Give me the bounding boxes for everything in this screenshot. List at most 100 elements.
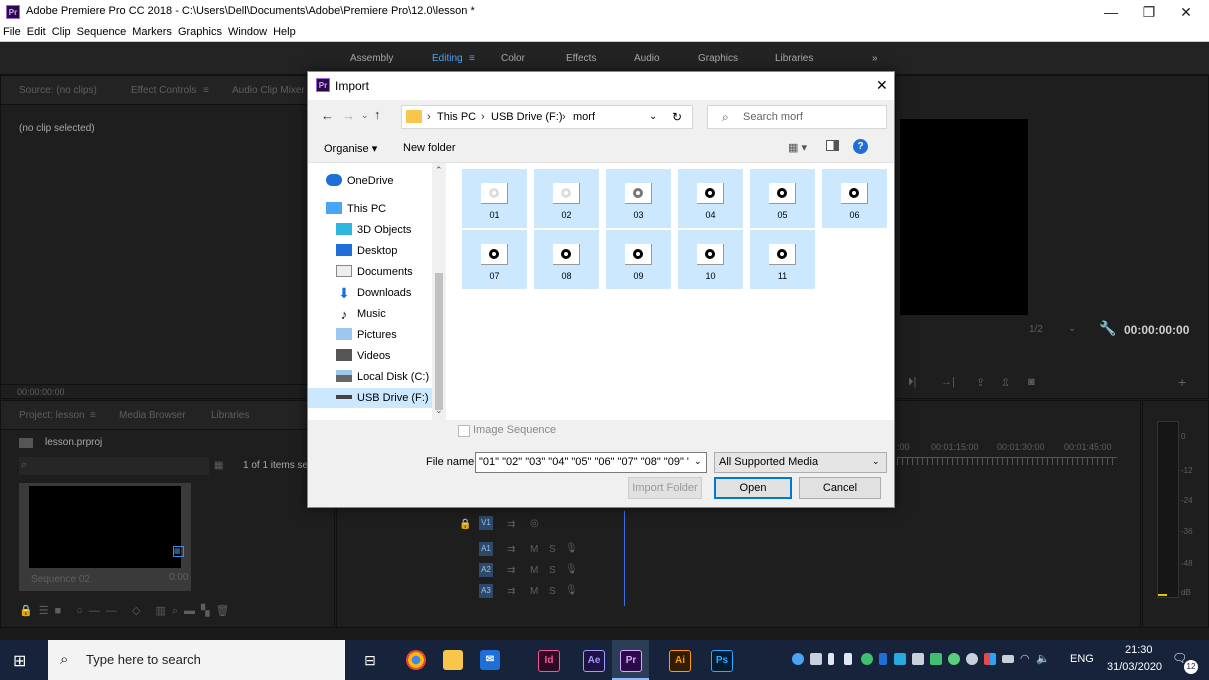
clock-date[interactable]: 31/03/2020 xyxy=(1107,661,1162,673)
step-forward-icon[interactable]: ⏵| xyxy=(908,376,916,389)
menu-markers[interactable]: Markers xyxy=(129,24,175,40)
tray-app-icon[interactable] xyxy=(1002,655,1014,663)
up-arrow-icon[interactable]: ↑ xyxy=(374,107,381,122)
volume-icon[interactable]: 🔈 xyxy=(1036,652,1050,665)
tray-app-icon[interactable] xyxy=(930,653,942,665)
menu-window[interactable]: Window xyxy=(225,24,270,40)
minimize-button[interactable]: — xyxy=(1093,2,1129,22)
microphone-icon[interactable]: 🎙 xyxy=(565,543,578,554)
menu-file[interactable]: File xyxy=(0,24,24,40)
workspace-assembly[interactable]: Assembly xyxy=(350,53,393,64)
tray-app-icon[interactable] xyxy=(810,653,822,665)
illustrator-icon[interactable]: Ai xyxy=(669,650,691,672)
file-tile[interactable]: 01 xyxy=(462,169,527,228)
project-search-input[interactable]: ⌕ xyxy=(19,457,209,475)
sync-lock-icon[interactable]: ⇉ xyxy=(507,519,515,530)
eye-icon[interactable]: ◎ xyxy=(530,518,539,529)
forward-arrow-icon[interactable]: → xyxy=(342,108,355,123)
tray-app-icon[interactable] xyxy=(861,653,873,665)
file-explorer-icon[interactable] xyxy=(443,650,463,670)
add-button-icon[interactable]: + xyxy=(1178,374,1186,390)
chrome-icon[interactable] xyxy=(406,650,426,670)
bluetooth-icon[interactable] xyxy=(879,653,887,665)
nav-music[interactable]: ♪ Music xyxy=(336,304,386,324)
language-indicator[interactable]: ENG xyxy=(1070,653,1094,665)
file-tile[interactable]: 11 xyxy=(750,230,815,289)
new-folder-button[interactable]: New folder xyxy=(403,142,456,154)
tab-audio-clip-mixer[interactable]: Audio Clip Mixer xyxy=(232,85,305,96)
mute-toggle[interactable]: M xyxy=(530,565,538,576)
image-sequence-checkbox[interactable] xyxy=(458,425,470,437)
tab-effect-controls[interactable]: Effect Controls xyxy=(131,85,196,96)
tab-menu-icon[interactable]: ≡ xyxy=(203,85,209,96)
menu-graphics[interactable]: Graphics xyxy=(175,24,225,40)
search-box[interactable]: ⌕ Search morf xyxy=(707,105,887,129)
project-bottom-toolbar[interactable]: 🔒☰■ ○—— ◇ ▥⌕▬▚🗑 xyxy=(19,604,329,618)
sync-lock-icon[interactable]: ⇉ xyxy=(507,586,515,597)
solo-toggle[interactable]: S xyxy=(549,565,556,576)
file-type-dropdown-icon[interactable]: ⌄ xyxy=(872,456,880,467)
zoom-dropdown-icon[interactable]: ⌄ xyxy=(1068,323,1076,334)
file-tile[interactable]: 10 xyxy=(678,230,743,289)
workspace-audio[interactable]: Audio xyxy=(634,53,660,64)
dialog-close-icon[interactable]: ✕ xyxy=(876,77,888,94)
file-tile[interactable]: 03 xyxy=(606,169,671,228)
tab-media-browser[interactable]: Media Browser xyxy=(119,410,186,421)
path-usb-drive[interactable]: USB Drive (F:) xyxy=(491,111,563,123)
nav-pictures[interactable]: Pictures xyxy=(336,325,397,345)
clock-time[interactable]: 21:30 xyxy=(1125,644,1153,656)
extract-icon[interactable]: ⇫ xyxy=(1001,376,1010,389)
file-tile[interactable]: 08 xyxy=(534,230,599,289)
file-tile[interactable]: 04 xyxy=(678,169,743,228)
view-options-icon[interactable]: ▦ ▾ xyxy=(788,141,807,154)
tab-project[interactable]: Project: lesson xyxy=(19,410,85,421)
photoshop-icon[interactable]: Ps xyxy=(711,650,733,672)
help-icon[interactable]: ? xyxy=(853,139,868,154)
project-tab-menu-icon[interactable]: ≡ xyxy=(90,410,96,421)
menu-edit[interactable]: Edit xyxy=(24,24,49,40)
menu-clip[interactable]: Clip xyxy=(49,24,74,40)
maximize-button[interactable]: ❐ xyxy=(1131,2,1167,22)
menu-help[interactable]: Help xyxy=(270,24,299,40)
microphone-icon[interactable]: 🎙 xyxy=(565,564,578,575)
microphone-icon[interactable]: 🎙 xyxy=(565,585,578,596)
windows-start-icon[interactable]: ⊞ xyxy=(13,651,26,671)
cancel-button[interactable]: Cancel xyxy=(799,477,881,499)
nav-usb-drive[interactable]: USB Drive (F:) xyxy=(308,388,432,408)
organise-menu[interactable]: Organise ▾ xyxy=(324,142,377,155)
tray-app-icon[interactable] xyxy=(844,653,852,665)
file-tile[interactable]: 06 xyxy=(822,169,887,228)
nav-this-pc[interactable]: This PC xyxy=(326,199,386,219)
nav-3d-objects[interactable]: 3D Objects xyxy=(336,220,411,240)
import-folder-button[interactable]: Import Folder xyxy=(628,477,702,499)
back-arrow-icon[interactable]: ← xyxy=(321,108,334,123)
indesign-icon[interactable]: Id xyxy=(538,650,560,672)
workspace-color[interactable]: Color xyxy=(501,53,525,64)
tray-app-icon[interactable] xyxy=(948,653,960,665)
workspace-graphics[interactable]: Graphics xyxy=(698,53,738,64)
nav-scroll-thumb[interactable] xyxy=(435,273,443,410)
tray-app-icon[interactable] xyxy=(792,653,804,665)
mute-toggle[interactable]: M xyxy=(530,586,538,597)
close-window-button[interactable]: ✕ xyxy=(1168,2,1204,22)
open-button[interactable]: Open xyxy=(714,477,792,499)
file-tile[interactable]: 07 xyxy=(462,230,527,289)
workspace-effects[interactable]: Effects xyxy=(566,53,596,64)
nav-onedrive[interactable]: OneDrive xyxy=(326,171,393,191)
nav-scrollbar[interactable]: ⌃ ⌄ xyxy=(432,163,446,420)
nav-documents[interactable]: Documents xyxy=(336,262,413,282)
track-a2[interactable]: A2 xyxy=(479,563,493,577)
go-to-out-icon[interactable]: →| xyxy=(941,376,955,388)
tray-app-icon[interactable] xyxy=(828,653,834,665)
track-v1[interactable]: V1 xyxy=(479,516,493,530)
tray-app-icon[interactable] xyxy=(966,653,978,665)
sync-lock-icon[interactable]: ⇉ xyxy=(507,565,515,576)
file-name-input[interactable]: "01" "02" "03" "04" "05" "06" "07" "08" … xyxy=(475,452,707,473)
tray-app-icon[interactable] xyxy=(984,653,996,665)
tray-app-icon[interactable] xyxy=(912,653,924,665)
file-tile[interactable]: 09 xyxy=(606,230,671,289)
recent-dropdown-icon[interactable]: ⌄ xyxy=(361,110,369,121)
timeline-ruler[interactable] xyxy=(897,457,1117,465)
file-type-select[interactable]: All Supported Media ⌄ xyxy=(714,452,887,473)
workspace-editing[interactable]: Editing xyxy=(432,53,463,64)
